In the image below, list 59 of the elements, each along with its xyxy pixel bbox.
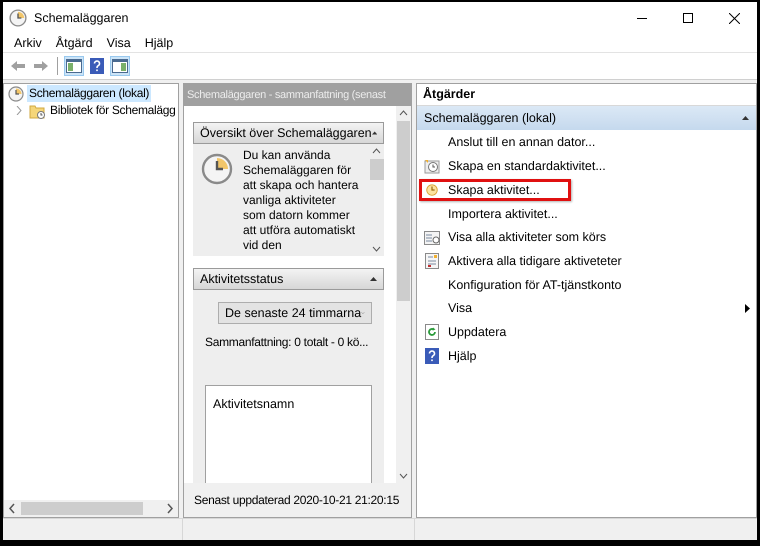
scroll-thumb[interactable] <box>21 502 143 515</box>
pane-icon <box>66 59 82 73</box>
horizontal-scrollbar[interactable] <box>4 500 178 517</box>
window-title: Schemaläggaren <box>34 10 129 27</box>
actions-group-header[interactable]: Schemaläggaren (lokal) <box>417 106 756 130</box>
period-dropdown[interactable]: De senaste 24 timmarna <box>218 302 372 324</box>
collapse-icon[interactable] <box>372 131 377 135</box>
tree-item[interactable]: Schemaläggaren (lokal) <box>27 85 152 102</box>
scroll-thumb[interactable] <box>370 159 384 180</box>
clock-icon <box>8 86 24 102</box>
actions-title: Åtgärder <box>423 86 476 104</box>
section-header[interactable]: Översikt över Schemaläggaren <box>193 122 384 144</box>
collapse-icon[interactable] <box>370 277 377 281</box>
submenu-arrow-icon <box>745 304 750 314</box>
action-link[interactable]: Visa alla aktiviteter som körs <box>448 228 606 247</box>
show-tree-button[interactable] <box>64 56 84 76</box>
menu-item[interactable]: Hjälp <box>138 34 180 52</box>
maximize-icon <box>683 13 693 23</box>
scroll-thumb[interactable] <box>397 121 410 301</box>
expand-icon[interactable] <box>16 106 22 115</box>
menu-item[interactable]: Åtgärd <box>48 34 100 52</box>
close-icon <box>728 12 740 24</box>
app-icon <box>9 9 27 27</box>
action-link[interactable]: Konfiguration för AT-tjänstkonto <box>448 276 622 294</box>
show-actions-button[interactable] <box>110 56 130 76</box>
back-arrow-icon <box>10 60 26 72</box>
action-link[interactable]: Importera aktivitet... <box>448 204 558 224</box>
action-link[interactable]: Aktivera alla tidigare aktiveteter <box>448 252 622 271</box>
overview-text: Du kan använda Schemaläggaren för att skapa och hantera vanliga aktiviteter som datorn kommer att utföra automatiskt vid den <box>243 148 360 254</box>
task-list[interactable]: Aktivitetsnamn <box>205 385 372 483</box>
action-link[interactable]: Skapa en standardaktivitet... <box>448 157 606 176</box>
column-header: Aktivitetsnamn <box>213 397 294 411</box>
section-title: Översikt över Schemaläggaren <box>200 124 372 142</box>
folder-icon <box>29 102 45 118</box>
clock-icon <box>424 158 440 175</box>
collapse-icon[interactable] <box>742 116 749 120</box>
vertical-scrollbar[interactable] <box>396 106 411 483</box>
pane-title: Schemaläggaren - sammanfattning (senast <box>187 88 386 103</box>
clock-icon <box>201 153 233 185</box>
help-icon <box>425 348 439 364</box>
clock-icon <box>425 183 439 198</box>
help-button[interactable] <box>87 56 107 76</box>
help-icon <box>90 58 104 74</box>
action-link[interactable]: Hjälp <box>448 346 476 366</box>
forward-arrow-icon <box>33 60 49 72</box>
action-link[interactable]: Visa <box>448 299 472 318</box>
document-icon <box>425 253 439 270</box>
pane-icon <box>112 59 128 73</box>
menu-item[interactable]: Visa <box>100 34 138 52</box>
refresh-icon <box>425 324 439 340</box>
last-updated-text: Senast uppdaterad 2020-10-21 21:20:15 <box>194 492 400 509</box>
action-link[interactable]: Anslut till en annan dator... <box>448 133 596 152</box>
menu-item[interactable]: Arkiv <box>7 34 49 52</box>
status-summary: Sammanfattning: 0 totalt - 0 kö... <box>205 334 370 351</box>
section-header[interactable]: Aktivitetsstatus <box>193 268 384 290</box>
action-link[interactable]: Uppdatera <box>448 322 506 342</box>
section-title: Aktivitetsstatus <box>200 270 284 288</box>
task-list-icon <box>424 230 440 245</box>
tree-item[interactable]: Bibliotek för Schemalägg <box>48 102 178 119</box>
